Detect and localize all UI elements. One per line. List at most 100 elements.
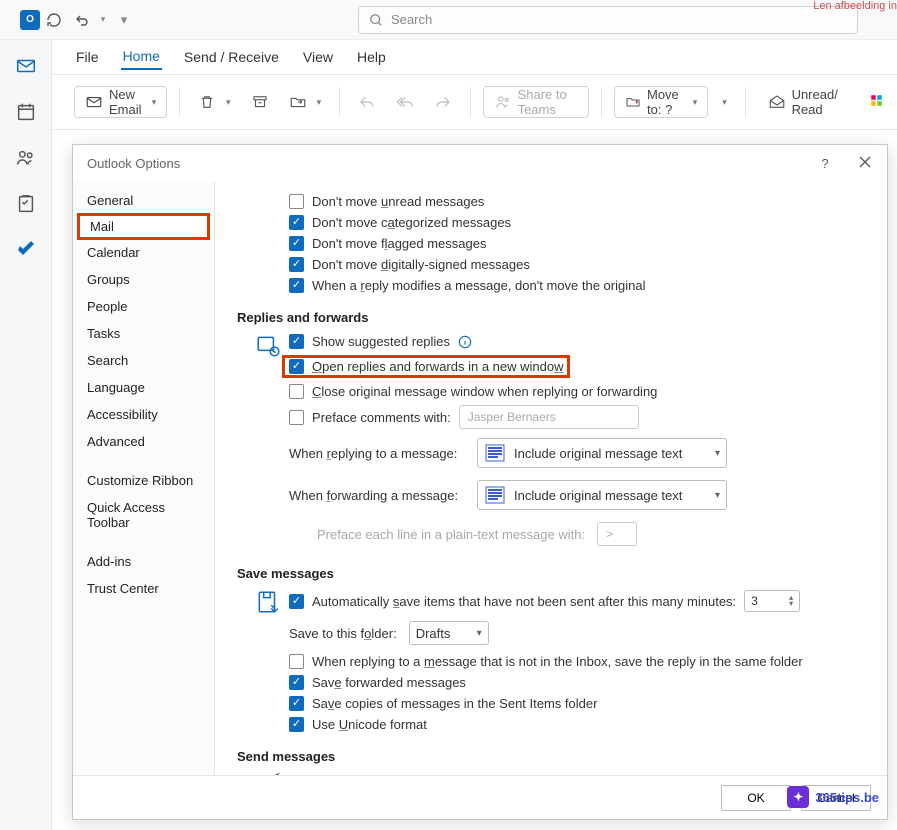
- autosave-minutes-input[interactable]: 3▴▾: [744, 590, 800, 612]
- nav-mail[interactable]: Mail: [77, 213, 210, 240]
- watermark-text: 365tips.be: [815, 790, 879, 805]
- search-placeholder: Search: [391, 12, 432, 27]
- nav-tasks[interactable]: Tasks: [73, 320, 214, 347]
- menu-view[interactable]: View: [301, 45, 335, 69]
- search-box[interactable]: Search: [358, 6, 858, 34]
- section-send-messages: Send messages: [237, 735, 865, 770]
- lbl-when-replying: When replying to a message:: [289, 446, 465, 461]
- nav-people[interactable]: People: [73, 293, 214, 320]
- nav-general[interactable]: General: [73, 187, 214, 214]
- menu-home[interactable]: Home: [121, 44, 162, 70]
- close-icon[interactable]: [857, 156, 873, 171]
- undo-icon[interactable]: [68, 6, 96, 34]
- nav-groups[interactable]: Groups: [73, 266, 214, 293]
- cb-unicode[interactable]: [289, 717, 304, 732]
- cb-dont-move-unread[interactable]: [289, 194, 304, 209]
- preface-line-input: >: [597, 522, 637, 546]
- dd-reply-value: Include original message text: [514, 446, 682, 461]
- save-icon[interactable]: [40, 6, 68, 34]
- nav-language[interactable]: Language: [73, 374, 214, 401]
- dd-reply-action[interactable]: Include original message text▾: [477, 438, 727, 468]
- nav-addins[interactable]: Add-ins: [73, 548, 214, 575]
- archive-button[interactable]: [245, 86, 275, 118]
- cb-suggested-replies[interactable]: [289, 334, 304, 349]
- apps-button[interactable]: [863, 86, 893, 118]
- doc-lines-icon: [484, 443, 506, 463]
- nav-qat[interactable]: Quick Access Toolbar: [73, 494, 214, 536]
- people-rail-icon[interactable]: [14, 146, 38, 170]
- titlebar: O ▾ ▾ Search: [0, 0, 897, 40]
- new-email-label: New Email: [109, 87, 146, 117]
- info-icon[interactable]: [458, 335, 472, 349]
- tasks-rail-icon[interactable]: [14, 192, 38, 216]
- reply-all-button[interactable]: [390, 86, 420, 118]
- autosave-value: 3: [751, 594, 758, 608]
- new-email-button[interactable]: New Email ▾: [74, 86, 167, 118]
- envelope-open-icon: [768, 93, 786, 111]
- preface-comments-input: Jasper Bernaers: [459, 405, 639, 429]
- move-to-dropdown[interactable]: Move to: ? ▾: [614, 86, 708, 118]
- lbl-close-original: Close original message window when reply…: [312, 384, 657, 399]
- undo-dropdown-icon[interactable]: ▾: [96, 6, 110, 34]
- cb-preface-comments[interactable]: [289, 410, 304, 425]
- lbl-suggested-replies: Show suggested replies: [312, 334, 450, 349]
- lbl-save-sent-copies: Save copies of messages in the Sent Item…: [312, 696, 597, 711]
- outlook-logo-icon: O: [20, 10, 40, 30]
- dd-forward-action[interactable]: Include original message text▾: [477, 480, 727, 510]
- outlook-options-dialog: Outlook Options ? General Mail Calendar …: [72, 144, 888, 820]
- move-overflow-button[interactable]: ▾: [716, 86, 733, 118]
- left-rail: [0, 40, 52, 830]
- save-section-icon: [255, 589, 281, 615]
- folder-icon: [625, 94, 641, 110]
- cb-dont-move-digitally-signed[interactable]: [289, 257, 304, 272]
- todo-rail-icon[interactable]: [14, 238, 38, 262]
- cb-open-replies-new-window[interactable]: [289, 359, 304, 374]
- cb-reply-same-folder[interactable]: [289, 654, 304, 669]
- mail-icon: [85, 93, 103, 111]
- reply-button[interactable]: [352, 86, 382, 118]
- menu-send-receive[interactable]: Send / Receive: [182, 45, 281, 69]
- calendar-rail-icon[interactable]: [14, 100, 38, 124]
- nav-search[interactable]: Search: [73, 347, 214, 374]
- cb-save-forwarded[interactable]: [289, 675, 304, 690]
- dialog-title: Outlook Options: [87, 156, 180, 171]
- delete-button[interactable]: ▾: [192, 86, 237, 118]
- nav-calendar[interactable]: Calendar: [73, 239, 214, 266]
- forward-button[interactable]: [428, 86, 458, 118]
- nav-customize-ribbon[interactable]: Customize Ribbon: [73, 467, 214, 494]
- dialog-footer: OK Cancel: [73, 775, 887, 819]
- menu-file[interactable]: File: [74, 45, 101, 69]
- trash-icon: [198, 93, 216, 111]
- lbl-dont-move-digitally-signed: Don't move digitally-signed messages: [312, 257, 530, 272]
- lbl-preface-line: Preface each line in a plain-text messag…: [317, 527, 585, 542]
- reply-icon: [358, 93, 376, 111]
- reply-all-icon: [396, 93, 414, 111]
- unread-read-button[interactable]: Unread/ Read: [758, 86, 855, 118]
- cb-close-original[interactable]: [289, 384, 304, 399]
- cb-dont-move-categorized[interactable]: [289, 215, 304, 230]
- cb-save-sent-copies[interactable]: [289, 696, 304, 711]
- nav-accessibility[interactable]: Accessibility: [73, 401, 214, 428]
- folder-move-icon: [289, 93, 307, 111]
- cb-autosave[interactable]: [289, 594, 304, 609]
- grid-icon: [869, 93, 887, 111]
- nav-trust-center[interactable]: Trust Center: [73, 575, 214, 602]
- share-to-teams-button[interactable]: Share to Teams: [483, 86, 590, 118]
- titlebar-overflow-icon[interactable]: ▾: [110, 6, 138, 34]
- mail-rail-icon[interactable]: [14, 54, 38, 78]
- dd-save-folder[interactable]: Drafts▾: [409, 621, 489, 645]
- dialog-titlebar: Outlook Options ?: [73, 145, 887, 181]
- section-save-messages: Save messages: [237, 552, 865, 587]
- move-button[interactable]: ▾: [283, 86, 328, 118]
- ok-button[interactable]: OK: [721, 785, 791, 811]
- dd-forward-value: Include original message text: [514, 488, 682, 503]
- share-teams-label: Share to Teams: [518, 87, 579, 117]
- cb-dont-move-flagged[interactable]: [289, 236, 304, 251]
- menu-help[interactable]: Help: [355, 45, 388, 69]
- watermark-icon: ✦: [787, 786, 809, 808]
- cb-reply-modifies[interactable]: [289, 278, 304, 293]
- help-icon[interactable]: ?: [817, 156, 833, 171]
- nav-advanced[interactable]: Advanced: [73, 428, 214, 455]
- options-content[interactable]: Don't move unread messages Don't move ca…: [215, 181, 887, 775]
- forward-icon: [434, 93, 452, 111]
